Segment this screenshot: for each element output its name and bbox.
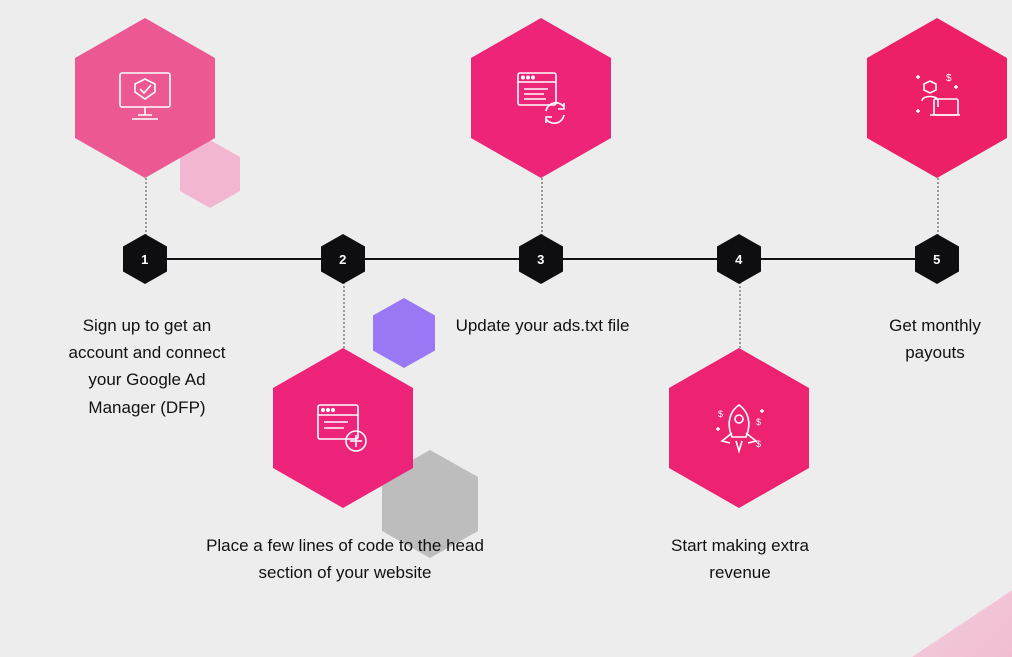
step-label-2: Place a few lines of code to the head se…: [195, 532, 495, 586]
step-number-1: 1: [123, 234, 167, 284]
file-refresh-icon: [506, 63, 576, 133]
person-laptop-dollar-icon: $: [902, 63, 972, 133]
browser-add-icon: [308, 393, 378, 463]
step-number-2: 2: [321, 234, 365, 284]
icon-hex-3: [471, 18, 611, 178]
connector-1: [145, 170, 147, 240]
decorative-hex-purple: [373, 298, 435, 368]
step-label-1: Sign up to get an account and connect yo…: [62, 312, 232, 421]
step-number-3: 3: [519, 234, 563, 284]
decorative-triangle: [912, 577, 1012, 657]
connector-3: [541, 170, 543, 240]
step-label-3: Update your ads.txt file: [455, 312, 630, 339]
step-label-4: Start making extra revenue: [665, 532, 815, 586]
monitor-shield-icon: [110, 63, 180, 133]
step-number-label: 5: [933, 252, 941, 267]
step-number-4: 4: [717, 234, 761, 284]
step-number-label: 4: [735, 252, 743, 267]
connector-5: [937, 170, 939, 240]
step-label-5: Get monthly payouts: [865, 312, 1005, 366]
svg-text:$: $: [756, 417, 761, 427]
rocket-dollar-icon: $ $ $: [704, 393, 774, 463]
step-number-label: 1: [141, 252, 149, 267]
icon-hex-4: $ $ $: [669, 348, 809, 508]
svg-text:$: $: [718, 409, 723, 419]
icon-hex-5: $: [867, 18, 1007, 178]
connector-4: [739, 282, 741, 352]
process-diagram: 1 Sign up to get an account and connect …: [0, 0, 1012, 647]
step-number-5: 5: [915, 234, 959, 284]
step-number-label: 3: [537, 252, 545, 267]
connector-2: [343, 282, 345, 352]
svg-text:$: $: [756, 439, 761, 449]
step-number-label: 2: [339, 252, 347, 267]
svg-text:$: $: [946, 73, 952, 84]
